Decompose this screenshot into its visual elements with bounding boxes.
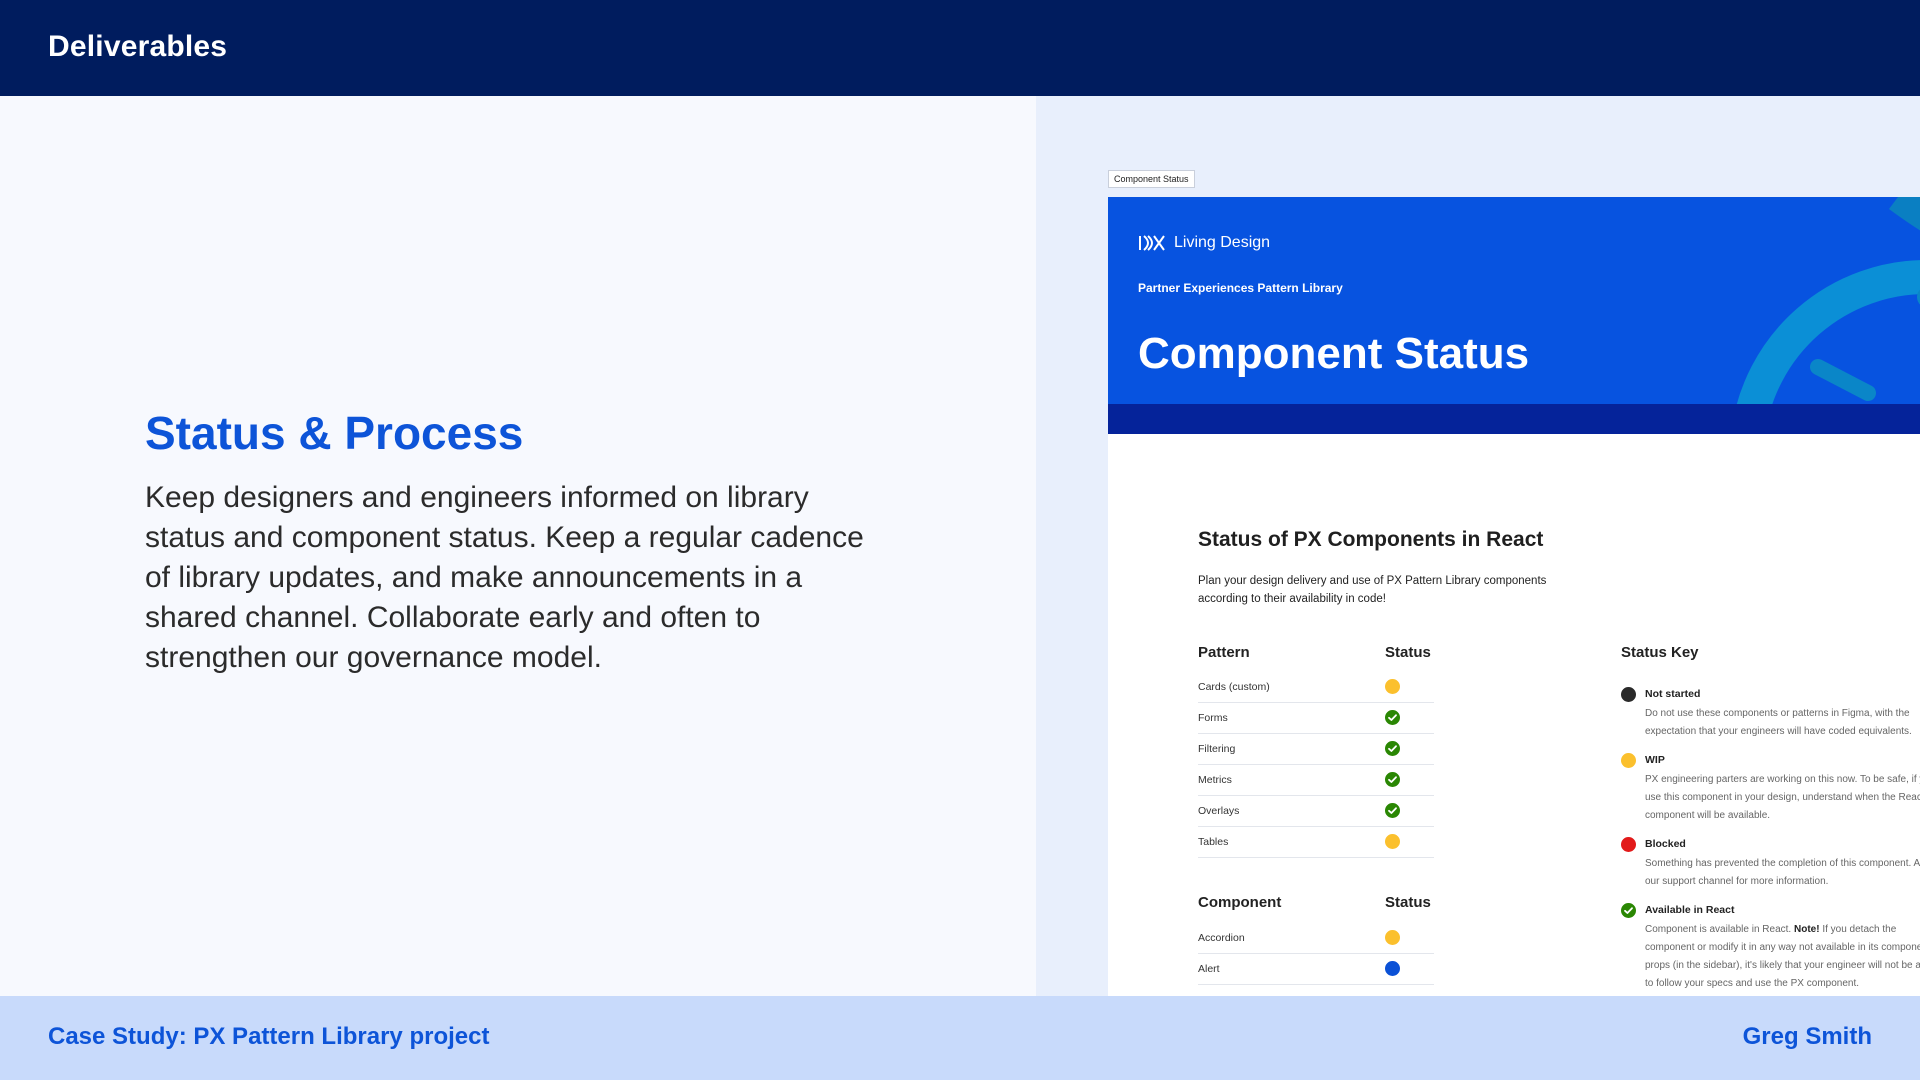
- check-circle-icon: [1385, 772, 1400, 787]
- status-key-header: Status Key: [1621, 644, 1699, 661]
- pattern-status-column-header: Status: [1385, 644, 1431, 661]
- component-name: Alert: [1198, 963, 1220, 975]
- living-design-logo: Living Design: [1138, 233, 1270, 253]
- check-circle-icon: [1385, 741, 1400, 756]
- status-intro: Plan your design delivery and use of PX …: [1198, 575, 1547, 605]
- pattern-row: Forms: [1198, 703, 1434, 734]
- status-indicator: [1385, 930, 1400, 950]
- pattern-name: Metrics: [1198, 774, 1232, 786]
- hero-banner: Living Design Partner Experiences Patter…: [1108, 197, 1920, 434]
- top-bar: Deliverables: [0, 0, 1920, 96]
- component-status-column-header: Status: [1385, 894, 1431, 911]
- status-dot-icon: [1385, 961, 1400, 976]
- logo-text: Living Design: [1174, 234, 1271, 251]
- status-indicator: [1621, 903, 1636, 923]
- status-indicator: [1385, 679, 1400, 699]
- status-section-title: Status of PX Components in React: [1198, 528, 1544, 551]
- status-dot-icon: [1621, 837, 1636, 852]
- check-circle-icon: [1621, 903, 1636, 918]
- key-note: Note!: [1793, 924, 1820, 935]
- status-indicator: [1621, 837, 1636, 857]
- page-title: Deliverables: [48, 30, 228, 63]
- key-title: Not started: [1645, 688, 1701, 700]
- pattern-row: Metrics: [1198, 765, 1434, 796]
- component-column-header: Component: [1198, 894, 1282, 911]
- status-indicator: [1385, 710, 1400, 730]
- component-row: Alert: [1198, 954, 1434, 985]
- status-indicator: [1385, 961, 1400, 981]
- key-title: Blocked: [1645, 838, 1686, 850]
- status-dot-icon: [1621, 687, 1636, 702]
- preview-document: Living Design Partner Experiences Patter…: [1108, 197, 1920, 996]
- key-title: WIP: [1645, 754, 1665, 766]
- living-design-logo-icon: [1139, 235, 1165, 251]
- frame-label[interactable]: Component Status: [1108, 170, 1195, 188]
- status-indicator: [1385, 741, 1400, 761]
- status-indicator: [1385, 772, 1400, 792]
- pattern-row: Tables: [1198, 827, 1434, 858]
- pattern-row: Cards (custom): [1198, 672, 1434, 703]
- pattern-row: Filtering: [1198, 734, 1434, 765]
- status-dot-icon: [1385, 834, 1400, 849]
- key-description-text: Component is available in React.: [1645, 924, 1794, 935]
- pattern-name: Forms: [1198, 712, 1228, 724]
- status-indicator: [1385, 834, 1400, 854]
- key-title: Available in React: [1645, 904, 1735, 916]
- status-indicator: [1621, 753, 1636, 773]
- key-description: PX engineering parters are working on th…: [1645, 774, 1920, 821]
- section-body: Keep designers and engineers informed on…: [145, 481, 864, 674]
- component-name: Accordion: [1198, 932, 1245, 944]
- pattern-name: Cards (custom): [1198, 681, 1270, 693]
- check-circle-icon: [1385, 710, 1400, 725]
- pattern-name: Filtering: [1198, 743, 1236, 755]
- check-circle-icon: [1385, 803, 1400, 818]
- status-dot-icon: [1385, 679, 1400, 694]
- status-indicator: [1621, 687, 1636, 707]
- preview-panel: Component Status Living Design Partner E…: [1036, 96, 1920, 996]
- pattern-name: Overlays: [1198, 805, 1240, 817]
- section-heading: Status & Process: [145, 407, 524, 459]
- pattern-row: Overlays: [1198, 796, 1434, 827]
- key-description: Something has prevented the completion o…: [1645, 858, 1920, 887]
- hero-subtitle: Partner Experiences Pattern Library: [1138, 281, 1343, 295]
- pattern-name: Tables: [1198, 836, 1229, 848]
- decorative-arc-graphic: [1731, 197, 1920, 434]
- footer-author: Greg Smith: [1742, 1023, 1872, 1050]
- status-dot-icon: [1385, 930, 1400, 945]
- pattern-column-header: Pattern: [1198, 644, 1250, 661]
- status-indicator: [1385, 803, 1400, 823]
- status-dot-icon: [1621, 753, 1636, 768]
- hero-underband: [1108, 404, 1920, 434]
- component-row: Accordion: [1198, 923, 1434, 954]
- left-panel: Status & Process Keep designers and engi…: [0, 96, 1036, 996]
- hero-title: Component Status: [1138, 329, 1530, 378]
- footer-bar: Case Study: PX Pattern Library project G…: [0, 996, 1920, 1080]
- footer-case-study: Case Study: PX Pattern Library project: [48, 1023, 490, 1050]
- key-description: Component is available in React. Note! I…: [1645, 921, 1920, 993]
- key-description: Do not use these components or patterns …: [1645, 708, 1912, 737]
